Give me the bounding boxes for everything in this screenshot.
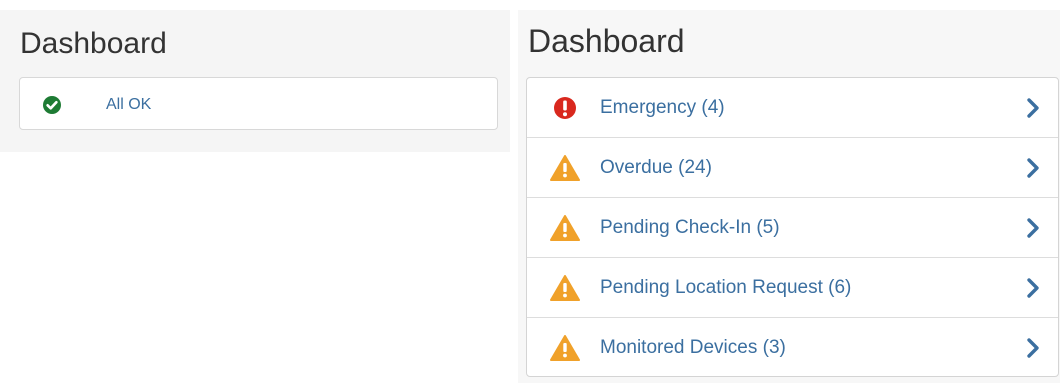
warning-triangle-icon (550, 274, 580, 302)
alert-list: Emergency (4) Overdue (24) Pending Check… (526, 77, 1059, 377)
list-item-emergency[interactable]: Emergency (4) (527, 78, 1058, 138)
chevron-right-icon (1026, 97, 1040, 119)
status-card: All OK (19, 77, 498, 130)
list-item-monitored-devices[interactable]: Monitored Devices (3) (527, 318, 1058, 376)
dashboard-panel-right: Dashboard Emergency (4) Overdue (24) Pen… (518, 10, 1060, 383)
warning-triangle-icon (550, 214, 580, 242)
chevron-right-icon (1026, 337, 1040, 359)
warning-triangle-icon (550, 334, 580, 362)
list-item-label: Pending Check-In (5) (600, 217, 780, 238)
list-item-label: Monitored Devices (3) (600, 337, 786, 358)
all-ok-link[interactable]: All OK (106, 95, 151, 115)
check-circle-icon (43, 96, 61, 114)
chevron-right-icon (1026, 157, 1040, 179)
dashboard-panel-left: Dashboard All OK (0, 10, 510, 152)
exclamation-circle-icon (550, 94, 580, 122)
chevron-right-icon (1026, 217, 1040, 239)
list-item-label: Emergency (4) (600, 97, 725, 118)
list-item-label: Pending Location Request (6) (600, 277, 852, 298)
list-item-pending-location-request[interactable]: Pending Location Request (6) (527, 258, 1058, 318)
list-item-pending-check-in[interactable]: Pending Check-In (5) (527, 198, 1058, 258)
list-item-overdue[interactable]: Overdue (24) (527, 138, 1058, 198)
page-title: Dashboard (20, 27, 167, 60)
chevron-right-icon (1026, 277, 1040, 299)
warning-triangle-icon (550, 154, 580, 182)
list-item-label: Overdue (24) (600, 157, 712, 178)
page-title: Dashboard (528, 23, 685, 59)
